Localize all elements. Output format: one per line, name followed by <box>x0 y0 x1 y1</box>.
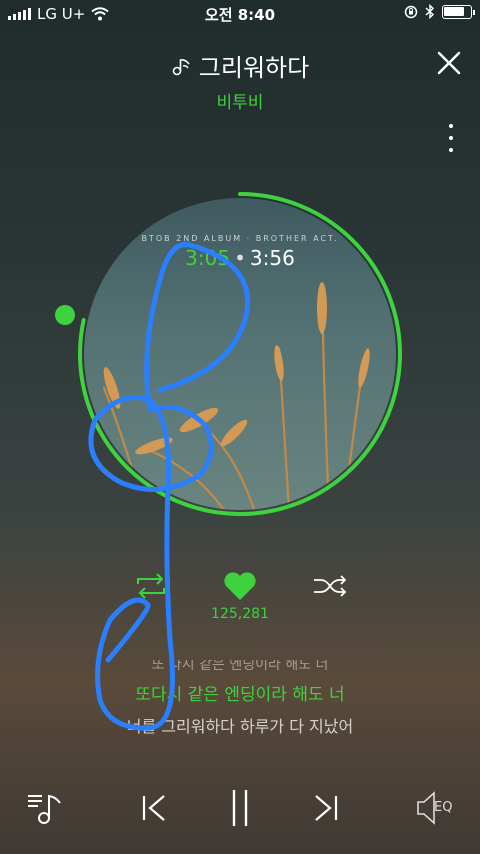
lyric-next-line: 너를 그리워하다 하루가 다 지났어 <box>126 717 354 736</box>
artist-name[interactable]: 비투비 <box>0 88 480 113</box>
bluetooth-icon <box>425 4 435 19</box>
close-icon[interactable] <box>434 48 464 78</box>
song-title: 그리워하다 <box>198 54 310 82</box>
pause-icon[interactable] <box>220 788 260 828</box>
eq-label: EQ <box>434 800 453 815</box>
battery-icon <box>442 4 475 19</box>
status-bar: LG U+ 오전 8:40 <box>0 0 480 28</box>
rotation-lock-icon <box>404 5 418 18</box>
lyrics-panel[interactable]: 또 다시 같은 엔딩이라 해도 너 또다시 같은 엔딩이라 해도 너 너를 그리… <box>0 660 480 737</box>
playlist-icon[interactable] <box>26 788 66 828</box>
progress-ring[interactable] <box>78 192 402 516</box>
lyric-previous-line: 또 다시 같은 엔딩이라 해도 너 <box>151 660 329 673</box>
shuffle-icon[interactable] <box>312 572 348 600</box>
previous-icon[interactable] <box>134 788 174 828</box>
playback-controls: EQ <box>0 780 480 840</box>
more-vertical-icon <box>449 124 453 128</box>
more-options-button[interactable] <box>444 124 458 152</box>
actions-row: 125,281 <box>0 570 480 630</box>
song-title-row: 그리워하다 <box>0 48 480 83</box>
heart-icon[interactable] <box>222 570 258 602</box>
like-count: 125,281 <box>211 606 269 622</box>
eq-button[interactable]: EQ <box>414 790 464 830</box>
repeat-icon[interactable] <box>134 572 168 600</box>
music-note-icon <box>172 58 190 75</box>
progress-handle[interactable] <box>52 304 78 330</box>
next-icon[interactable] <box>306 788 346 828</box>
album-player[interactable]: BTOB 2ND ALBUM · BROTHER ACT. 3:05 • 3:56 <box>78 192 402 516</box>
lyric-current-line: 또다시 같은 엔딩이라 해도 너 <box>135 685 345 705</box>
progress-arc <box>78 192 402 516</box>
